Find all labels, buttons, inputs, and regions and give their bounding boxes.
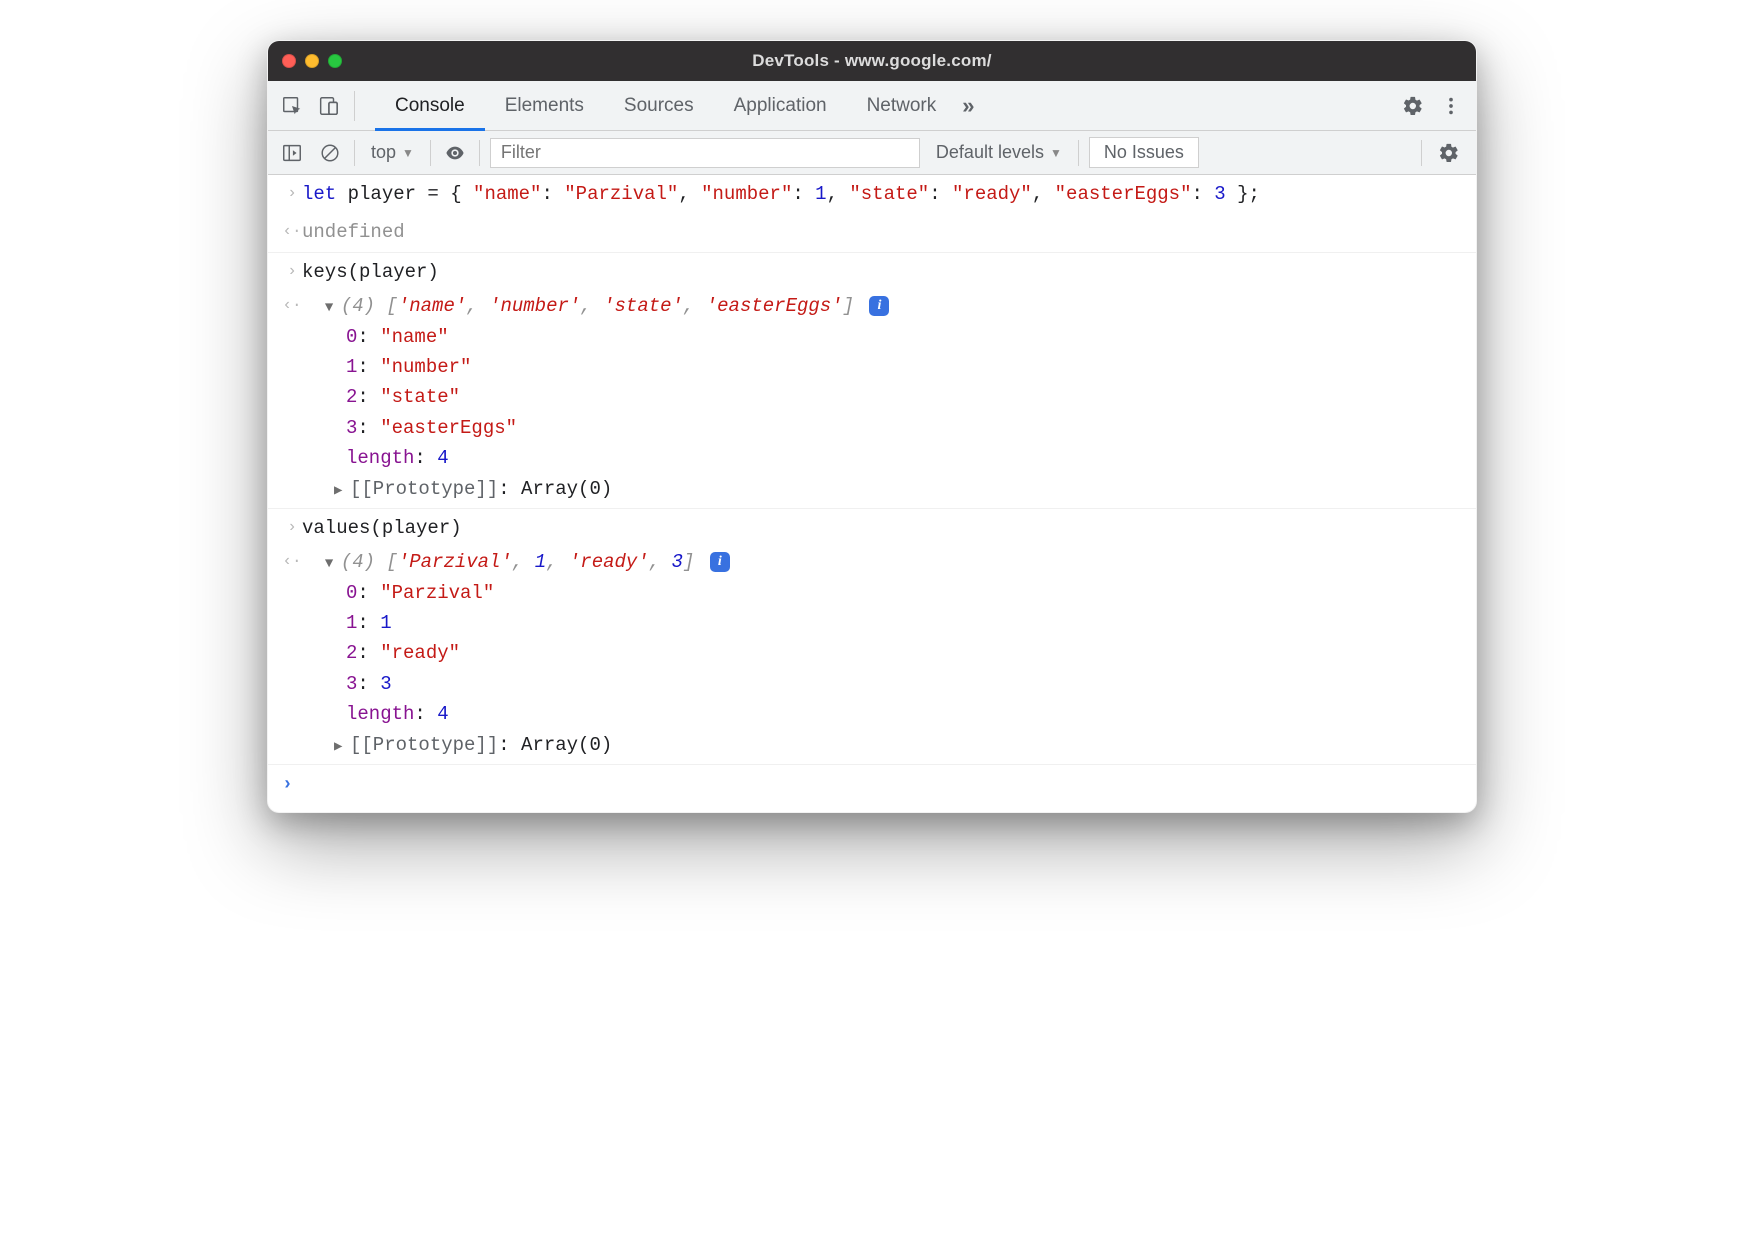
divider: [354, 91, 355, 121]
inspect-element-icon[interactable]: [276, 90, 308, 122]
chevron-down-icon: ▼: [1050, 146, 1062, 160]
devtools-window: DevTools - www.google.com/ Console Eleme…: [267, 40, 1477, 813]
undefined-result: undefined: [302, 221, 405, 243]
info-icon[interactable]: i: [869, 296, 889, 316]
more-tabs-icon[interactable]: »: [956, 93, 980, 119]
panel-tabs: Console Elements Sources Application Net…: [375, 81, 981, 131]
collapse-toggle-icon[interactable]: ▼: [325, 553, 341, 575]
context-selector[interactable]: top ▼: [365, 142, 420, 163]
console-input-row: › keys(player): [268, 253, 1476, 291]
array-item: 2: "ready": [282, 638, 1462, 668]
levels-label: Default levels: [936, 142, 1044, 163]
console-result-row: ‹· ▼(4) ['Parzival', 1, 'ready', 3] i 0:…: [268, 547, 1476, 765]
input-code[interactable]: keys(player): [302, 257, 1462, 287]
output-chevron-icon: ‹·: [282, 291, 302, 321]
array-item: 3: "easterEggs": [282, 413, 1462, 443]
titlebar: DevTools - www.google.com/: [268, 41, 1476, 81]
array-item: 3: 3: [282, 669, 1462, 699]
log-levels-selector[interactable]: Default levels ▼: [930, 142, 1068, 163]
expand-toggle-icon[interactable]: ▶: [334, 480, 350, 502]
settings-icon[interactable]: [1396, 89, 1430, 123]
array-length: length: 4: [282, 699, 1462, 729]
array-item: 1: 1: [282, 608, 1462, 638]
divider: [354, 140, 355, 166]
divider: [479, 140, 480, 166]
input-code[interactable]: let player = { "name": "Parzival", "numb…: [302, 179, 1462, 209]
issues-button[interactable]: No Issues: [1089, 137, 1199, 168]
tab-console[interactable]: Console: [375, 81, 485, 131]
device-toolbar-icon[interactable]: [312, 90, 344, 122]
collapse-toggle-icon[interactable]: ▼: [325, 297, 341, 319]
array-item: 1: "number": [282, 352, 1462, 382]
array-item: 0: "name": [282, 322, 1462, 352]
info-icon[interactable]: i: [710, 552, 730, 572]
more-options-icon[interactable]: [1434, 89, 1468, 123]
console-sidebar-toggle-icon[interactable]: [278, 139, 306, 167]
console-output: › let player = { "name": "Parzival", "nu…: [268, 175, 1476, 812]
output-chevron-icon: ‹·: [282, 547, 302, 577]
array-prototype[interactable]: ▶[[Prototype]]: Array(0): [282, 730, 1462, 760]
input-chevron-icon: ›: [282, 179, 302, 207]
console-settings-icon[interactable]: [1432, 136, 1466, 170]
tab-application[interactable]: Application: [714, 81, 847, 131]
console-input-row: › values(player): [268, 509, 1476, 547]
clear-console-icon[interactable]: [316, 139, 344, 167]
divider: [430, 140, 431, 166]
console-prompt[interactable]: ›: [268, 765, 1476, 812]
output-chevron-icon: ‹·: [282, 217, 302, 245]
window-title: DevTools - www.google.com/: [268, 51, 1476, 71]
expand-toggle-icon[interactable]: ▶: [334, 736, 350, 758]
divider: [1421, 140, 1422, 166]
console-result-row: ‹· undefined: [268, 213, 1476, 252]
tab-elements[interactable]: Elements: [485, 81, 604, 131]
console-toolbar: top ▼ Default levels ▼ No Issues: [268, 131, 1476, 175]
console-result-row: ‹· ▼(4) ['name', 'number', 'state', 'eas…: [268, 291, 1476, 509]
input-code[interactable]: values(player): [302, 513, 1462, 543]
live-expression-icon[interactable]: [441, 139, 469, 167]
input-chevron-icon: ›: [282, 257, 302, 285]
tab-network[interactable]: Network: [847, 81, 957, 131]
divider: [1078, 140, 1079, 166]
console-input-row: › let player = { "name": "Parzival", "nu…: [268, 175, 1476, 213]
input-chevron-icon: ›: [282, 513, 302, 541]
context-label: top: [371, 142, 396, 163]
prompt-chevron-icon: ›: [282, 771, 302, 800]
tab-sources[interactable]: Sources: [604, 81, 714, 131]
array-prototype[interactable]: ▶[[Prototype]]: Array(0): [282, 474, 1462, 504]
array-item: 2: "state": [282, 382, 1462, 412]
array-item: 0: "Parzival": [282, 578, 1462, 608]
filter-input[interactable]: [490, 138, 920, 168]
array-length: length: 4: [282, 443, 1462, 473]
panel-tabbar: Console Elements Sources Application Net…: [268, 81, 1476, 131]
chevron-down-icon: ▼: [402, 146, 414, 160]
